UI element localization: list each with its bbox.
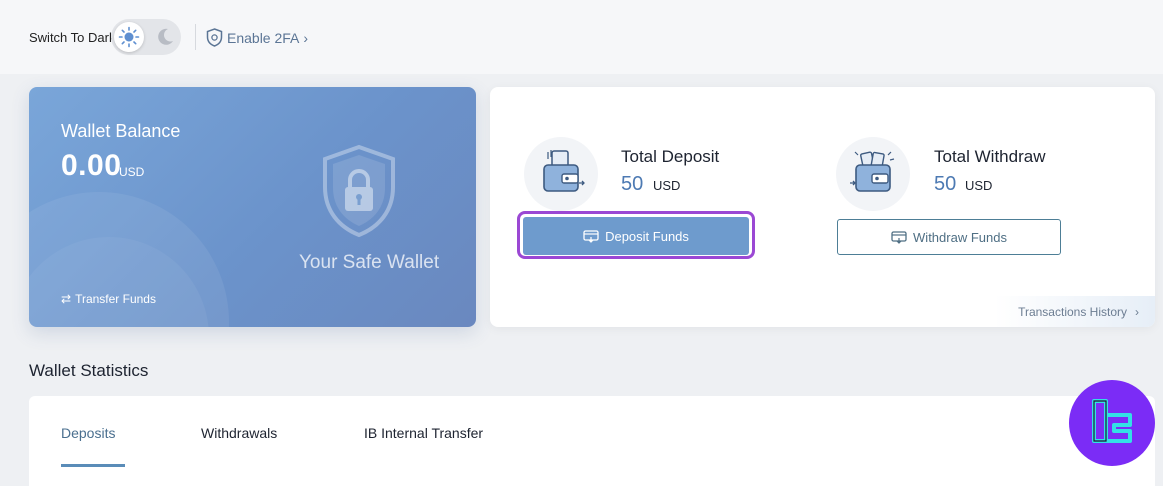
wallet-withdraw-icon <box>850 151 895 192</box>
withdraw-icon-bg <box>836 137 910 211</box>
wallet-balance-card: Wallet Balance 0.00 USD Your Safe Wallet… <box>29 87 476 327</box>
chevron-right-icon: › <box>303 29 309 46</box>
deposit-highlight-frame <box>517 211 755 259</box>
header-divider <box>195 24 196 50</box>
switch-dark-label: Switch To Dark <box>29 30 116 45</box>
theme-toggle[interactable] <box>111 19 181 55</box>
total-deposit-currency: USD <box>653 178 681 193</box>
wallet-balance-amount: 0.00 <box>61 149 122 182</box>
sun-icon <box>118 26 140 48</box>
total-deposit-label: Total Deposit <box>621 147 720 166</box>
withdraw-funds-button[interactable]: Withdraw Funds <box>837 219 1061 255</box>
wallet-balance-title: Wallet Balance <box>61 121 181 141</box>
withdraw-funds-label: Withdraw Funds <box>913 229 1007 245</box>
total-withdraw-currency: USD <box>965 178 993 193</box>
brand-logo-icon <box>1092 399 1132 443</box>
shield-check-icon <box>206 28 223 47</box>
moon-icon <box>158 28 173 45</box>
shield-lock-icon <box>323 144 395 238</box>
funds-summary-card: Total Deposit 50 USD Deposit Funds Total… <box>490 87 1155 327</box>
tab-ib-internal-transfer[interactable]: IB Internal Transfer <box>364 425 483 441</box>
active-tab-indicator <box>61 464 125 467</box>
wallet-balance-currency: USD <box>119 165 145 179</box>
wallet-deposit-icon <box>543 150 585 192</box>
chevron-right-icon: › <box>1135 304 1139 319</box>
transfer-icon: ⇄ <box>61 292 72 306</box>
total-withdraw-label: Total Withdraw <box>934 147 1046 166</box>
top-bar: Switch To Dark Enable 2FA › <box>0 0 1163 74</box>
enable-2fa-link[interactable]: Enable 2FA › <box>206 28 308 47</box>
enable-2fa-label: Enable 2FA <box>227 29 300 46</box>
transactions-history-link[interactable]: Transactions History › <box>995 296 1155 327</box>
safe-wallet-tagline: Your Safe Wallet <box>299 252 440 273</box>
transfer-funds-label: Transfer Funds <box>75 292 156 306</box>
brand-logo-badge <box>1069 380 1155 466</box>
transfer-funds-link[interactable]: ⇄ Transfer Funds <box>61 292 156 306</box>
total-withdraw-value: 50 <box>934 173 957 195</box>
transactions-history-label: Transactions History <box>1018 304 1127 319</box>
card-icon <box>891 230 907 244</box>
total-deposit-value: 50 <box>621 173 644 195</box>
tab-withdrawals[interactable]: Withdrawals <box>201 425 277 441</box>
deposit-icon-bg <box>524 137 598 211</box>
wallet-statistics-title: Wallet Statistics <box>29 361 149 380</box>
tab-deposits[interactable]: Deposits <box>61 425 115 441</box>
